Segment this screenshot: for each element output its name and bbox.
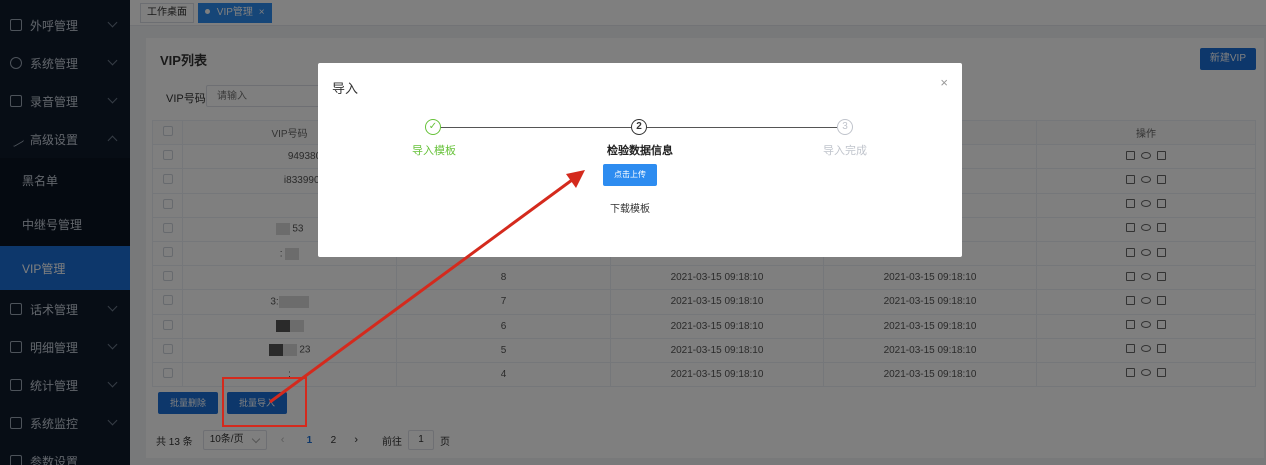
annotation-arrow	[269, 170, 585, 404]
arrow-shaft	[269, 178, 573, 404]
arrow-head	[566, 170, 585, 188]
